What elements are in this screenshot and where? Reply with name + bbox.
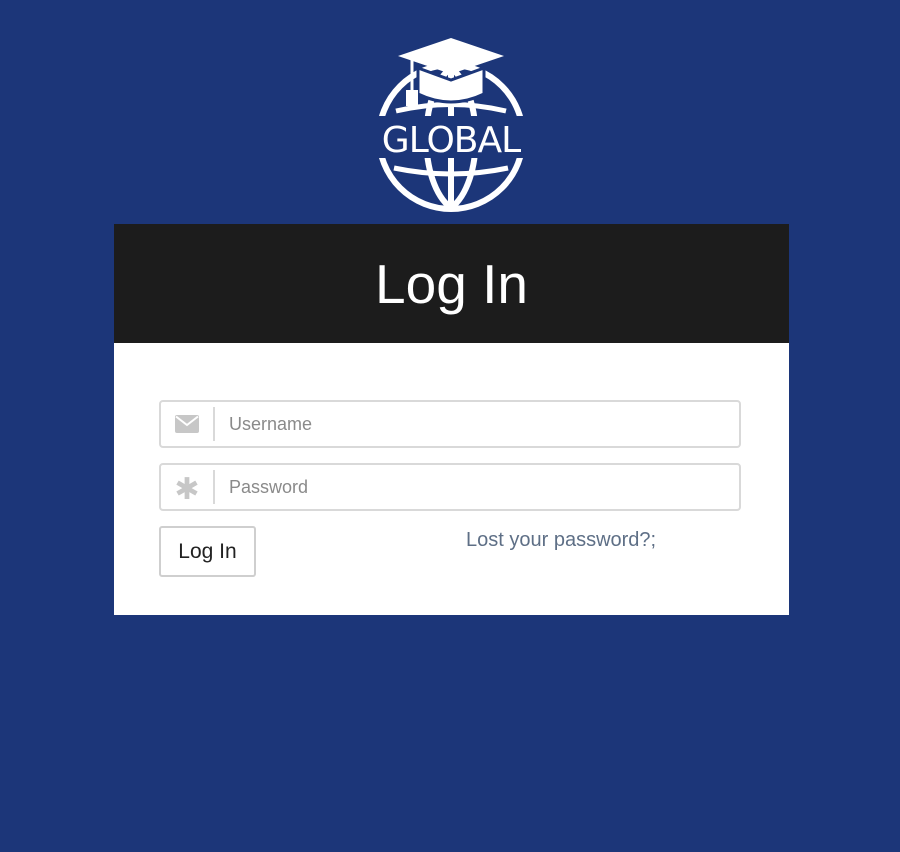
username-field[interactable] <box>159 400 741 448</box>
envelope-icon <box>161 402 213 446</box>
login-button[interactable]: Log In <box>159 526 256 577</box>
password-field[interactable]: ✱ <box>159 463 741 511</box>
lost-password-link[interactable]: Lost your password?; <box>466 529 656 552</box>
login-card: Log In ✱ Log In Lost your password?; <box>114 224 789 615</box>
global-logo: GLOBAL <box>376 38 526 212</box>
logo-text: GLOBAL <box>382 120 521 161</box>
password-input[interactable] <box>215 465 739 509</box>
username-input[interactable] <box>215 402 739 446</box>
login-header: Log In <box>114 224 789 343</box>
page-title: Log In <box>375 253 528 315</box>
asterisk-icon: ✱ <box>174 472 200 507</box>
